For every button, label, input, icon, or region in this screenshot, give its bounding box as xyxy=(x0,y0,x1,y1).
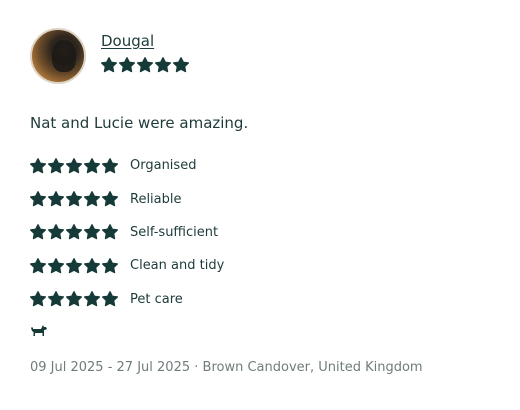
rating-row-clean-and-tidy: Clean and tidy xyxy=(30,249,500,282)
rating-row-self-sufficient: Self-sufficient xyxy=(30,216,500,249)
star-icon xyxy=(173,57,189,73)
rating-label-clean-and-tidy: Clean and tidy xyxy=(130,258,225,274)
review-header: Dougal xyxy=(30,28,500,86)
star-icon xyxy=(155,57,171,73)
star-icon xyxy=(66,191,82,207)
star-icon xyxy=(66,157,82,174)
reviewer-info: Dougal xyxy=(101,28,189,73)
rating-stars-organised xyxy=(30,157,130,174)
star-icon xyxy=(66,257,82,274)
dog-icon xyxy=(30,322,48,338)
star-icon xyxy=(48,257,64,274)
star-icon xyxy=(48,157,64,174)
star-icon xyxy=(30,191,46,207)
review-card: Dougal Nat and Lucie were amazing. Organ… xyxy=(30,28,500,376)
star-icon xyxy=(84,291,100,307)
star-icon xyxy=(101,57,117,73)
star-icon xyxy=(84,224,100,240)
stay-dates: 09 Jul 2025 - 27 Jul 2025 xyxy=(30,359,191,375)
star-icon xyxy=(66,291,82,307)
avatar[interactable] xyxy=(30,28,86,84)
star-icon xyxy=(66,224,82,240)
star-icon xyxy=(102,291,118,307)
review-comment: Nat and Lucie were amazing. xyxy=(30,114,249,132)
star-icon xyxy=(48,291,64,307)
rating-label-organised: Organised xyxy=(130,158,197,174)
rating-row-pet-care: Pet care xyxy=(30,283,500,316)
overall-rating-stars xyxy=(101,57,189,73)
star-icon xyxy=(102,224,118,240)
star-icon xyxy=(30,257,46,274)
star-icon xyxy=(102,157,118,174)
star-icon xyxy=(84,191,100,207)
rating-breakdown: Organised Reliable Self-sufficient Clean… xyxy=(30,149,500,316)
star-icon xyxy=(137,57,153,73)
star-icon xyxy=(84,257,100,274)
rating-label-pet-care: Pet care xyxy=(130,291,183,307)
reviewer-name-link[interactable]: Dougal xyxy=(101,32,154,50)
rating-stars-clean-and-tidy xyxy=(30,257,130,274)
star-icon xyxy=(119,57,135,73)
star-icon xyxy=(102,191,118,207)
rating-stars-self-sufficient xyxy=(30,224,130,240)
star-icon xyxy=(102,257,118,274)
star-icon xyxy=(48,191,64,207)
rating-label-reliable: Reliable xyxy=(130,191,182,207)
rating-label-self-sufficient: Self-sufficient xyxy=(130,224,219,240)
star-icon xyxy=(30,157,46,174)
star-icon xyxy=(30,224,46,240)
rating-stars-pet-care xyxy=(30,291,130,307)
stay-details: 09 Jul 2025 - 27 Jul 2025 · Brown Candov… xyxy=(30,360,500,376)
star-icon xyxy=(84,157,100,174)
rating-stars-reliable xyxy=(30,191,130,207)
meta-separator: · xyxy=(194,359,199,375)
stay-location: Brown Candover, United Kingdom xyxy=(202,359,423,375)
rating-row-reliable: Reliable xyxy=(30,182,500,215)
star-icon xyxy=(30,291,46,307)
star-icon xyxy=(48,224,64,240)
rating-row-organised: Organised xyxy=(30,149,500,182)
